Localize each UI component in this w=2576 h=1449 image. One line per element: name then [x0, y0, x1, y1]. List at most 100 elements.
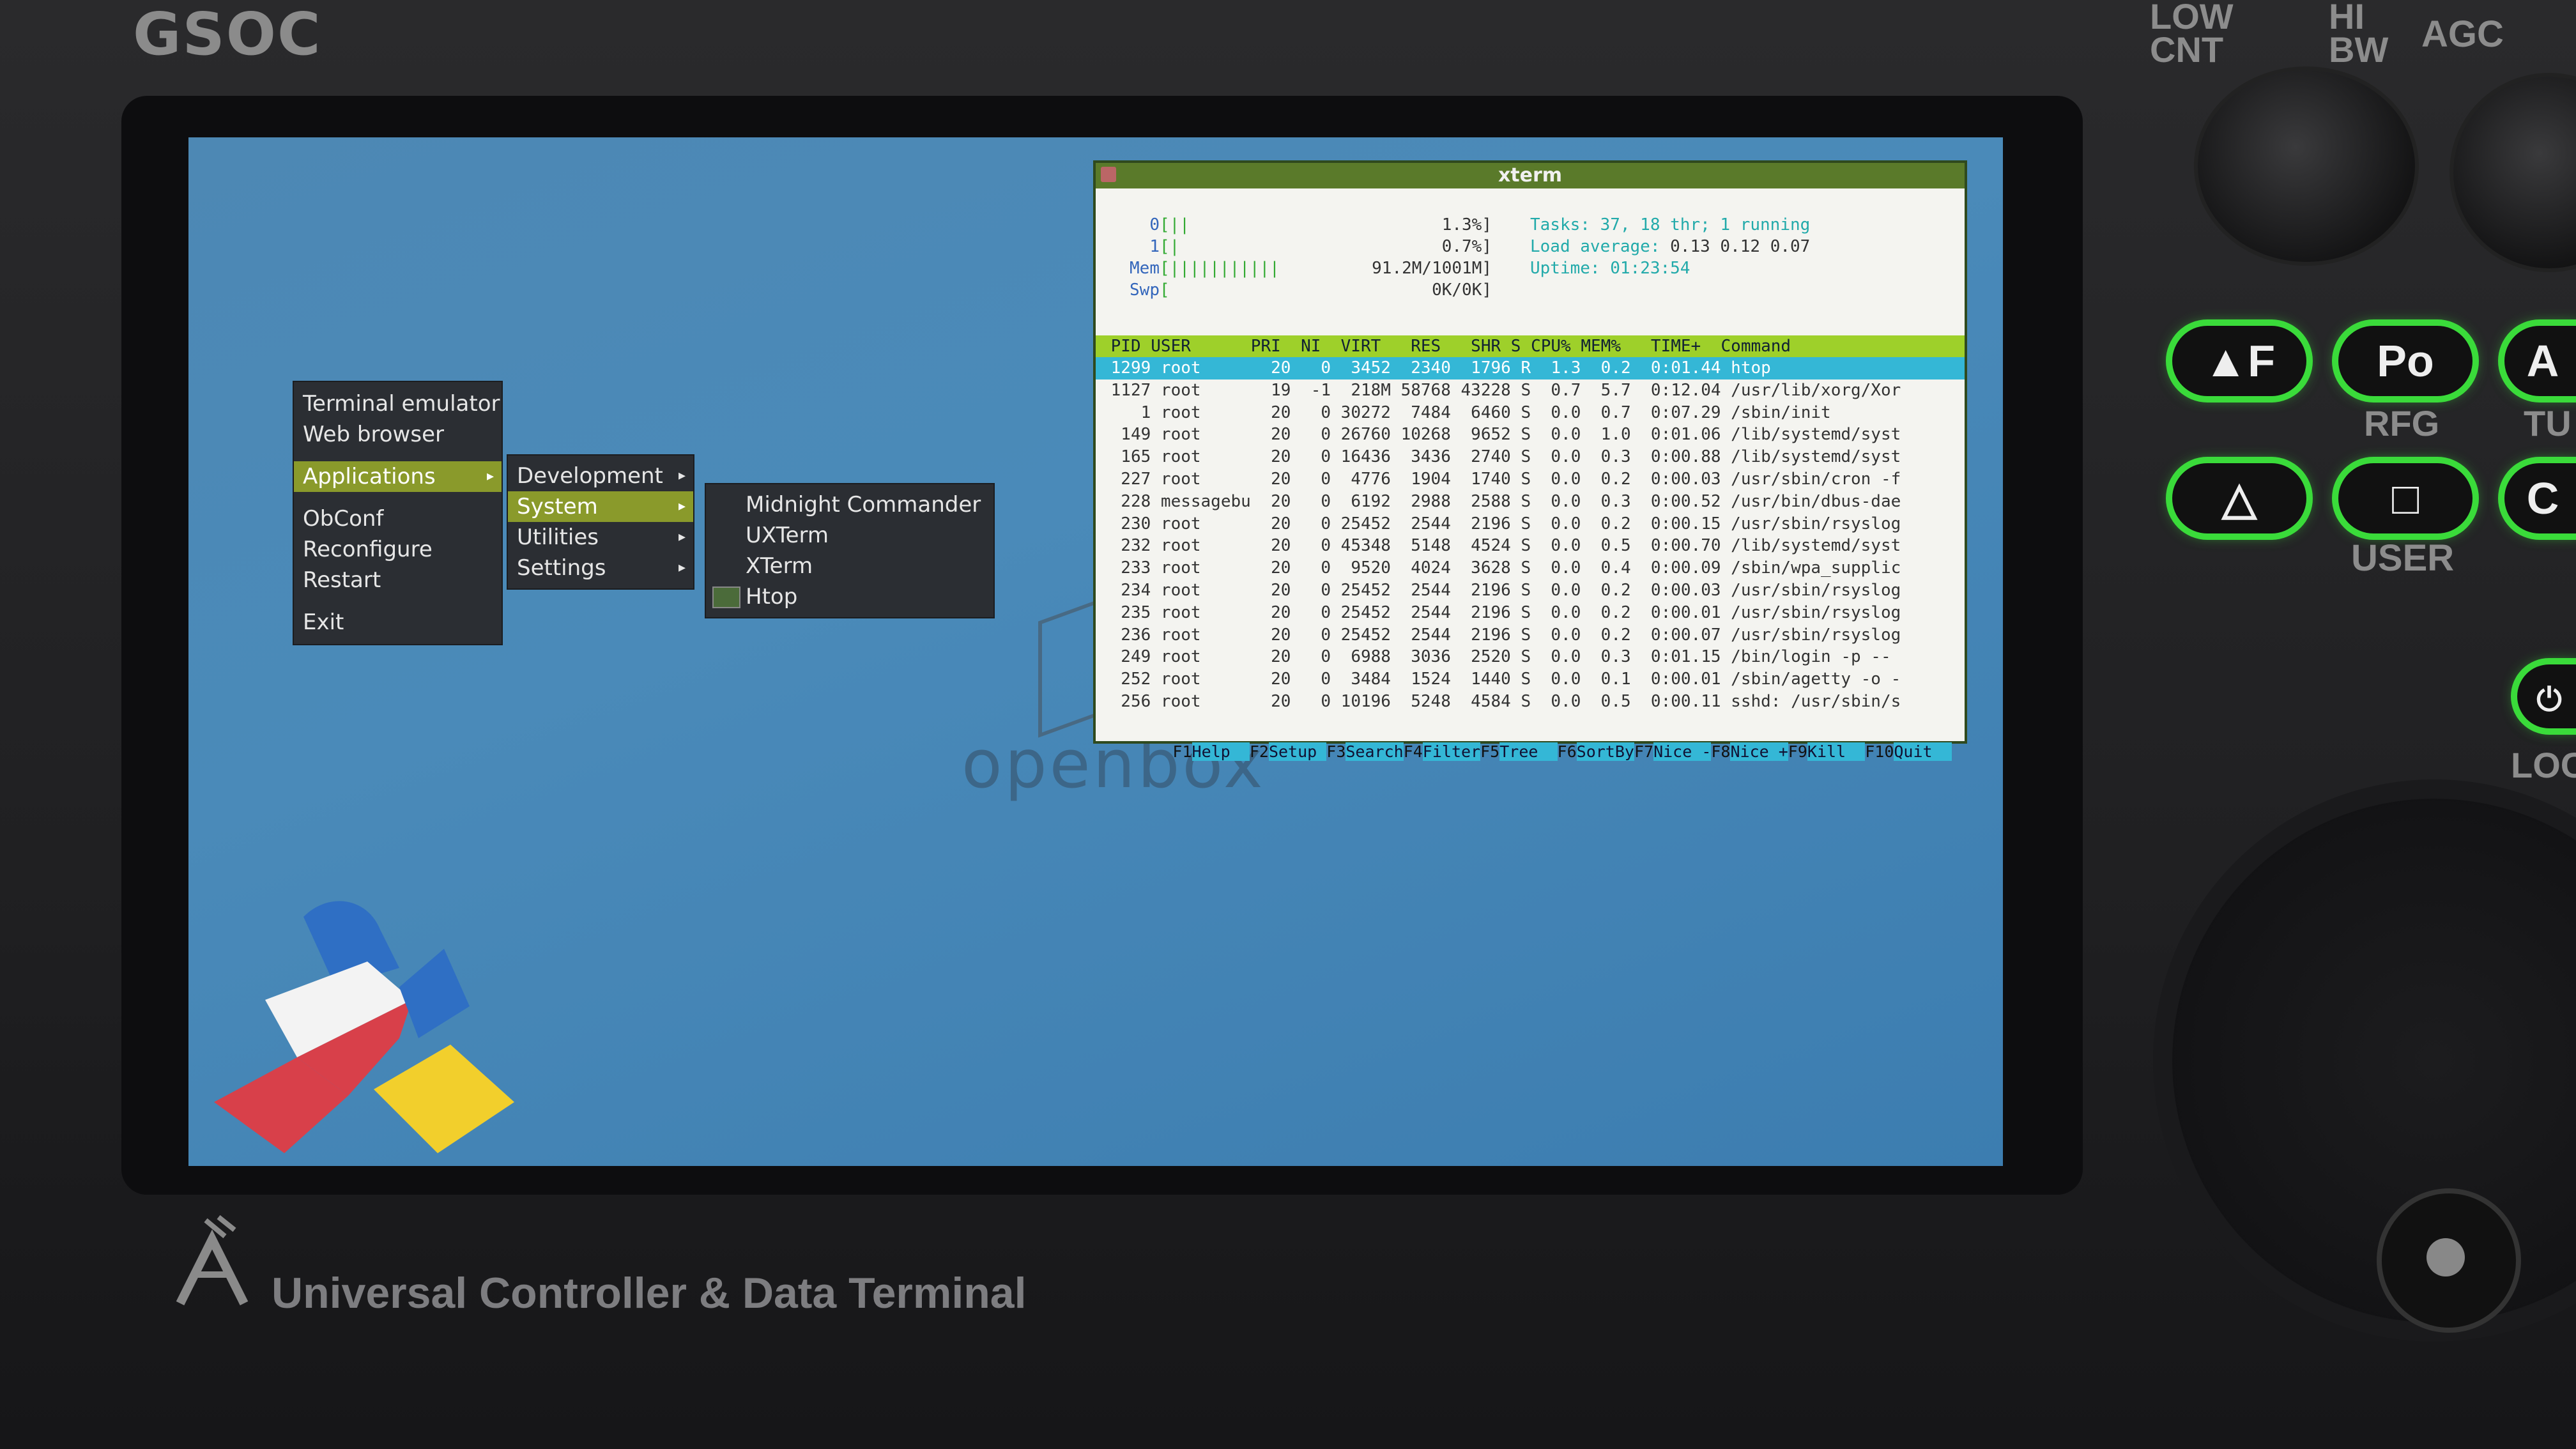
fkey-label: Quit	[1894, 742, 1952, 761]
menu-item-xterm[interactable]: XTerm	[706, 551, 993, 581]
fkey-sortby[interactable]: F6SortBy	[1558, 742, 1634, 761]
menu-item-label: System	[517, 494, 598, 519]
menu-item-label: Applications	[303, 464, 436, 489]
fkey-key: F10	[1865, 742, 1894, 761]
fkey-quit[interactable]: F10Quit	[1865, 742, 1952, 761]
menu-item-label: Utilities	[517, 525, 599, 550]
process-row[interactable]: 227 root 20 0 4776 1904 1740 S 0.0 0.2 0…	[1096, 468, 1965, 491]
fkey-key: F8	[1711, 742, 1731, 761]
cpu0-meter: 0[|| 1.3%]	[1108, 214, 1492, 236]
agc-label: AGC	[2421, 13, 2504, 55]
menu-separator	[294, 450, 502, 461]
fkey-label: Nice +	[1730, 742, 1788, 761]
headphone-jack[interactable]	[2377, 1188, 2521, 1333]
device-footer-text: Universal Controller & Data Terminal	[272, 1269, 1027, 1317]
fkey-filter[interactable]: F4Filter	[1403, 742, 1481, 761]
system-submenu: Midnight Commander UXTerm XTerm Htop	[706, 484, 993, 617]
fkey-nice-plus[interactable]: F8Nice +	[1711, 742, 1788, 761]
menu-item-development[interactable]: Development ▸	[508, 461, 693, 491]
brand-logo: GSOC	[133, 0, 322, 68]
agc-knob[interactable]	[2453, 77, 2576, 268]
fkey-label: Help	[1192, 742, 1250, 761]
menu-item-system[interactable]: System ▸	[508, 491, 693, 522]
htop-function-key-bar: F1Help F2Setup F3SearchF4FilterF5Tree F6…	[1096, 719, 1965, 761]
htop-icon	[712, 586, 740, 608]
mem-meter: Mem[||||||||||| 91.2M/1001M]	[1108, 257, 1492, 279]
process-table: 1299 root 20 0 3452 2340 1796 R 1.3 0.2 …	[1096, 357, 1965, 713]
menu-item-uxterm[interactable]: UXTerm	[706, 520, 993, 551]
fkey-help[interactable]: F1Help	[1172, 742, 1250, 761]
submenu-arrow-icon: ▸	[678, 529, 686, 545]
process-row[interactable]: 228 messagebu 20 0 6192 2988 2588 S 0.0 …	[1096, 491, 1965, 513]
process-table-header[interactable]: PID USER PRI NI VIRT RES SHR S CPU% MEM%…	[1096, 335, 1965, 357]
xterm-window-icon[interactable]	[1101, 167, 1116, 182]
fkey-setup[interactable]: F2Setup	[1250, 742, 1327, 761]
power-button[interactable]: ⏻	[2517, 664, 2576, 728]
user-button-circle[interactable]: C	[2504, 463, 2576, 533]
fkey-label: Tree	[1499, 742, 1558, 761]
load-label: Load average:	[1530, 237, 1660, 256]
submenu-arrow-icon: ▸	[486, 468, 494, 484]
user-label: USER	[2351, 537, 2455, 579]
window-title: xterm	[1498, 164, 1563, 187]
process-row[interactable]: 236 root 20 0 25452 2544 2196 S 0.0 0.2 …	[1096, 624, 1965, 647]
uptime-label: Uptime:	[1530, 259, 1600, 278]
menu-item-terminal-emulator[interactable]: Terminal emulator	[294, 388, 502, 419]
antenna-logo-icon	[176, 1215, 249, 1306]
menu-item-label: Htop	[746, 584, 798, 610]
menu-item-restart[interactable]: Restart	[294, 565, 502, 595]
process-row[interactable]: 235 root 20 0 25452 2544 2196 S 0.0 0.2 …	[1096, 602, 1965, 624]
hi-bw-label: HI BW	[2329, 0, 2389, 70]
process-row[interactable]: 256 root 20 0 10196 5248 4584 S 0.0 0.5 …	[1096, 691, 1965, 713]
menu-item-applications[interactable]: Applications ▸	[294, 461, 502, 492]
xterm-window[interactable]: xterm 0[|| 1.3%] 1[| 0.7%] Mem[|||||||||||…	[1096, 163, 1965, 761]
fkey-label: Setup	[1268, 742, 1327, 761]
process-row[interactable]: 232 root 20 0 45348 5148 4524 S 0.0 0.5 …	[1096, 535, 1965, 557]
fkey-tree[interactable]: F5Tree	[1480, 742, 1558, 761]
process-row[interactable]: 165 root 20 0 16436 3436 2740 S 0.0 0.3 …	[1096, 446, 1965, 468]
process-row[interactable]: 1 root 20 0 30272 7484 6460 S 0.0 0.7 0:…	[1096, 402, 1965, 424]
process-row[interactable]: 149 root 20 0 26760 10268 9652 S 0.0 1.0…	[1096, 424, 1965, 446]
user-button-square[interactable]: □	[2338, 463, 2472, 533]
func-button-po[interactable]: Po	[2338, 326, 2472, 396]
process-row[interactable]: 252 root 20 0 3484 1524 1440 S 0.0 0.1 0…	[1096, 668, 1965, 691]
jack-socket	[2426, 1238, 2465, 1276]
process-row[interactable]: 234 root 20 0 25452 2544 2196 S 0.0 0.2 …	[1096, 579, 1965, 602]
menu-item-settings[interactable]: Settings ▸	[508, 553, 693, 583]
openbox-root-menu: Terminal emulator Web browser Applicatio…	[294, 382, 502, 644]
process-row[interactable]: 249 root 20 0 6988 3036 2520 S 0.0 0.3 0…	[1096, 646, 1965, 668]
meter-label: Mem	[1130, 259, 1160, 278]
menu-item-midnight-commander[interactable]: Midnight Commander	[706, 489, 993, 520]
rfg-label: RFG	[2364, 403, 2440, 443]
process-row[interactable]: 230 root 20 0 25452 2544 2196 S 0.0 0.2 …	[1096, 513, 1965, 535]
fkey-key: F4	[1403, 742, 1423, 761]
menu-item-exit[interactable]: Exit	[294, 607, 502, 638]
tu-label: TU	[2524, 403, 2572, 443]
fkey-search[interactable]: F3Search	[1326, 742, 1404, 761]
menu-item-obconf[interactable]: ObConf	[294, 503, 502, 534]
fkey-kill[interactable]: F9Kill	[1788, 742, 1866, 761]
process-row[interactable]: 233 root 20 0 9520 4024 3628 S 0.0 0.4 0…	[1096, 557, 1965, 579]
process-row[interactable]: 1127 root 19 -1 218M 58768 43228 S 0.7 5…	[1096, 379, 1965, 402]
meter-label: 1	[1149, 237, 1160, 256]
user-button-triangle[interactable]: △	[2172, 463, 2306, 533]
xterm-titlebar[interactable]: xterm	[1096, 163, 1965, 188]
tasks-line: Tasks: 37, 18 thr; 1 running	[1530, 215, 1811, 234]
desktop-screen[interactable]: openbox Terminal emulator Web browser Ap…	[188, 137, 2003, 1166]
menu-item-web-browser[interactable]: Web browser	[294, 419, 502, 450]
meter-bar: [|||||||||||	[1160, 259, 1280, 278]
submenu-arrow-icon: ▸	[678, 560, 686, 576]
meter-value: 91.2M/1001M]	[1372, 259, 1492, 278]
submenu-arrow-icon: ▸	[678, 498, 686, 514]
func-button-f[interactable]: ▲F	[2172, 326, 2306, 396]
process-row-selected[interactable]: 1299 root 20 0 3452 2340 1796 R 1.3 0.2 …	[1096, 357, 1965, 379]
menu-item-utilities[interactable]: Utilities ▸	[508, 522, 693, 553]
filter-knob[interactable]	[2198, 70, 2415, 262]
func-button-a[interactable]: A	[2504, 326, 2576, 396]
menu-separator	[294, 595, 502, 607]
fkey-nice-minus[interactable]: F7Nice -	[1634, 742, 1712, 761]
meter-value: 0.7%]	[1441, 237, 1492, 256]
applications-submenu: Development ▸ System ▸ Utilities ▸ Settings…	[508, 456, 693, 588]
menu-item-htop[interactable]: Htop	[706, 581, 993, 612]
menu-item-reconfigure[interactable]: Reconfigure	[294, 534, 502, 565]
